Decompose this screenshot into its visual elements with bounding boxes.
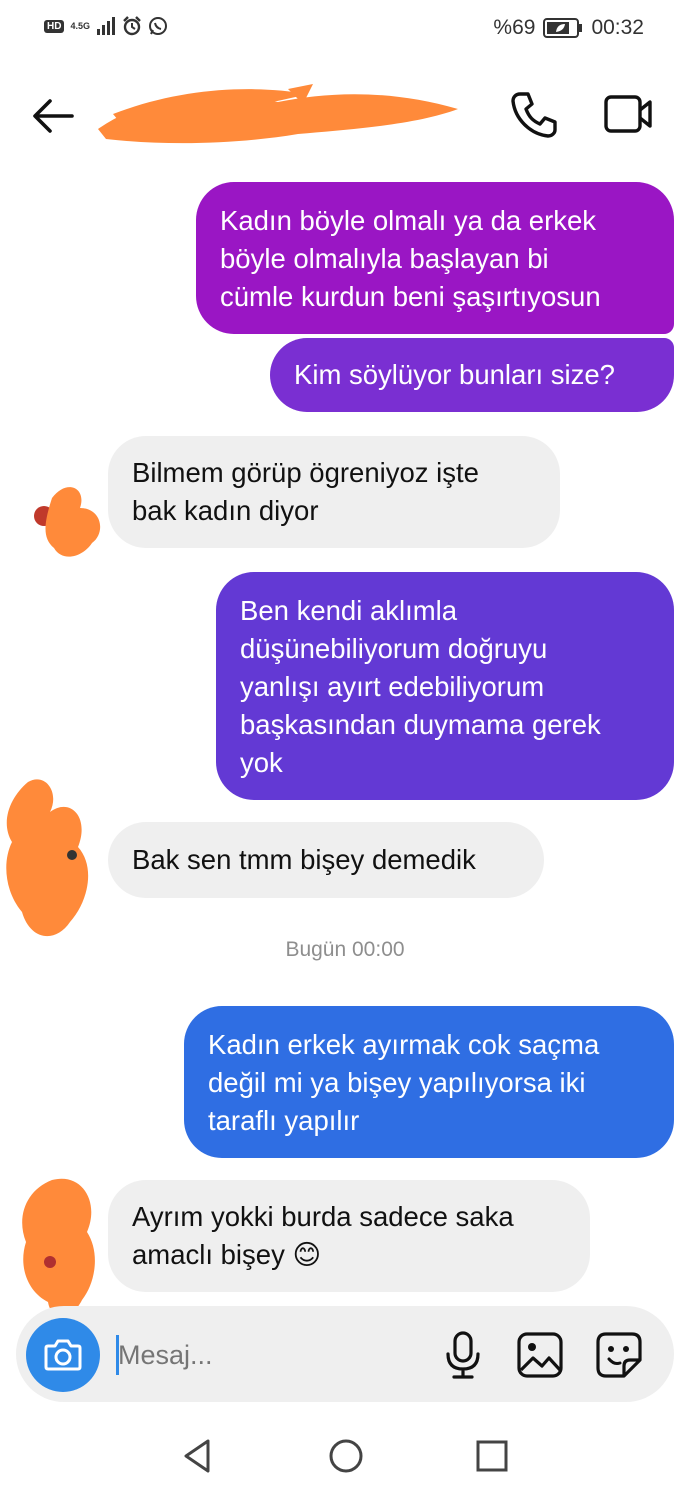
name-redaction-scribble [98, 84, 458, 144]
arrow-left-icon[interactable] [28, 90, 80, 142]
alarm-icon [123, 16, 141, 36]
message-bubble-outgoing[interactable]: Kim söylüyor bunları size? [270, 338, 674, 412]
status-bar: HD 4.5G %69 00:32 [0, 0, 690, 60]
avatar-redaction-scribble [34, 487, 101, 557]
sticker-icon[interactable] [594, 1330, 644, 1380]
message-bubble-incoming[interactable]: Ayrım yokki burda sadece saka amaclı biş… [108, 1180, 590, 1292]
phone-icon[interactable] [506, 86, 562, 142]
circle-home-icon[interactable] [326, 1436, 366, 1476]
date-separator: Bugün 00:00 [285, 938, 405, 961]
message-bubble-outgoing[interactable]: Kadın erkek ayırmak cok saçma değil mi y… [184, 1006, 674, 1158]
camera-button[interactable] [26, 1318, 100, 1392]
video-camera-icon[interactable] [600, 86, 656, 142]
status-left: HD 4.5G [44, 16, 168, 36]
chat-header [0, 60, 690, 170]
hd-indicator: HD [44, 19, 65, 33]
status-right: %69 00:32 [493, 16, 644, 40]
clock: 00:32 [591, 16, 644, 39]
message-bubble-outgoing[interactable]: Kadın böyle olmalı ya da erkek böyle olm… [196, 182, 674, 334]
message-bubble-incoming[interactable]: Bak sen tmm bişey demedik [108, 822, 544, 898]
battery-percent: %69 [493, 16, 536, 39]
avatar-redaction-scribble [22, 1178, 95, 1317]
microphone-icon[interactable] [440, 1330, 486, 1380]
camera-icon [44, 1339, 82, 1371]
square-recent-icon[interactable] [472, 1436, 512, 1476]
message-bubble-incoming[interactable]: Bilmem görüp ögreniyoz işte bak kadın di… [108, 436, 560, 548]
triangle-back-icon[interactable] [178, 1436, 218, 1476]
whatsapp-icon [148, 17, 167, 35]
avatar-redaction-scribble [6, 779, 89, 937]
message-bubble-outgoing[interactable]: Ben kendi aklımla düşünebiliyorum doğruy… [216, 572, 674, 800]
network-type: 4.5G [70, 20, 90, 31]
message-input[interactable] [118, 1333, 418, 1377]
image-icon[interactable] [515, 1330, 565, 1380]
signal-icon [96, 17, 115, 35]
battery-icon [543, 18, 583, 38]
